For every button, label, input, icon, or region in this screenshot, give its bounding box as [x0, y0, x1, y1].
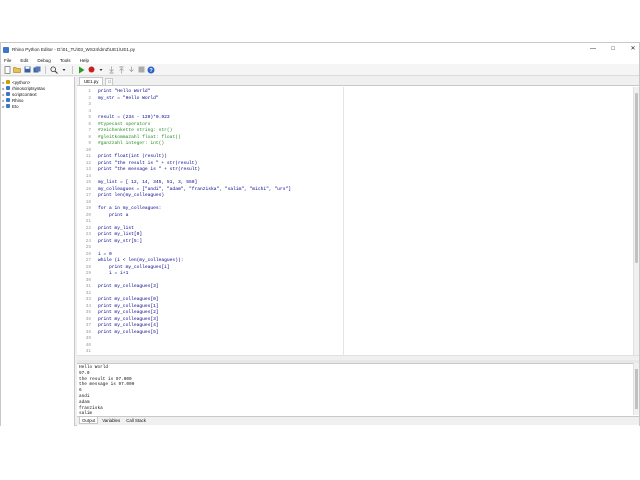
- tree-item-eto[interactable]: ▸ Eto: [1, 103, 74, 109]
- help-icon[interactable]: ?: [147, 66, 155, 74]
- window-controls: — □ ✕: [589, 45, 637, 53]
- menu-file[interactable]: File: [4, 58, 11, 63]
- close-button[interactable]: ✕: [629, 45, 637, 53]
- module-tree: ▸ <python> ▸ rhinoscriptsyntax ▸ scriptc…: [1, 77, 75, 426]
- code-editor[interactable]: 1 2 3 4 5 6 7 8 9 10 11 12 13 14 15 16 17 18 19 20 21 22 23 24 2…: [77, 87, 633, 355]
- new-tab-icon[interactable]: □: [105, 78, 114, 85]
- step-out-icon[interactable]: [127, 66, 135, 74]
- breakpoint-icon[interactable]: [137, 66, 145, 74]
- open-folder-icon[interactable]: [13, 66, 21, 74]
- toolbar-separator: [72, 65, 73, 74]
- output-pane[interactable]: Hello World 97.0 the result is 97.000 the m…: [77, 363, 633, 415]
- module-icon: [6, 98, 10, 102]
- tree-item-label: scriptcontext: [12, 91, 37, 97]
- menu-tools[interactable]: Tools: [60, 58, 71, 63]
- scrollbar-thumb[interactable]: [635, 369, 638, 409]
- tree-item-label: rhinoscriptsyntax: [12, 85, 45, 91]
- folder-icon: [6, 80, 10, 84]
- scrollbar-thumb[interactable]: [635, 93, 638, 263]
- stop-icon[interactable]: [87, 66, 95, 74]
- tree-item-label: Eto: [12, 103, 19, 109]
- dropdown-arrow-icon[interactable]: [60, 66, 68, 74]
- output-line: salim: [79, 411, 93, 415]
- module-icon: [6, 86, 10, 90]
- code-text[interactable]: print "Hello World" my_str = "Hello World…: [98, 89, 628, 356]
- step-into-icon[interactable]: [107, 66, 115, 74]
- maximize-button[interactable]: □: [609, 45, 617, 53]
- module-icon: [6, 104, 10, 108]
- menu-edit[interactable]: Edit: [20, 58, 28, 63]
- menu-help[interactable]: Help: [80, 58, 89, 63]
- editor-vertical-scrollbar[interactable]: [633, 87, 639, 355]
- minimize-button[interactable]: —: [589, 45, 597, 53]
- tab-output[interactable]: Output: [79, 417, 99, 424]
- search-icon[interactable]: [50, 66, 58, 74]
- save-icon[interactable]: [23, 66, 31, 74]
- save-all-icon[interactable]: [33, 66, 41, 74]
- app-icon: [3, 46, 9, 53]
- menu-debug[interactable]: Debug: [37, 58, 51, 63]
- file-tabs: UE1.py □: [77, 77, 639, 86]
- step-over-icon[interactable]: [117, 66, 125, 74]
- tree-item-label: <python>: [12, 79, 31, 85]
- tab-variables[interactable]: Variables: [100, 417, 122, 424]
- output-scrollbar[interactable]: [633, 363, 639, 415]
- editor-area: UE1.py □ 1 2 3 4 5 6 7 8 9 10 11 12 13 14 15 16 17 18 19 20…: [77, 77, 639, 426]
- bottom-tabs: Output Variables Call Stack: [77, 416, 639, 425]
- module-icon: [6, 92, 10, 96]
- tab-ue1-py[interactable]: UE1.py: [79, 77, 104, 85]
- editor-window: Rhino Python Editor - D:\01_TU\03_WS24\d…: [0, 42, 640, 426]
- window-title: Rhino Python Editor - D:\01_TU\03_WS24\d…: [12, 47, 136, 52]
- toolbar-separator: [45, 65, 46, 74]
- dropdown-arrow-icon[interactable]: [97, 66, 105, 74]
- new-file-icon[interactable]: [3, 65, 11, 74]
- tree-item-label: Rhino: [12, 97, 24, 103]
- title-bar: Rhino Python Editor - D:\01_TU\03_WS24\d…: [1, 43, 639, 56]
- menu-bar: File Edit Debug Tools Help: [1, 56, 639, 64]
- toolbar: ?: [1, 64, 639, 76]
- line-number-gutter: 1 2 3 4 5 6 7 8 9 10 11 12 13 14 15 16 17 18 19 20 21 22 23 24 2…: [79, 89, 91, 356]
- run-icon[interactable]: [77, 66, 85, 74]
- tab-call-stack[interactable]: Call Stack: [124, 417, 148, 424]
